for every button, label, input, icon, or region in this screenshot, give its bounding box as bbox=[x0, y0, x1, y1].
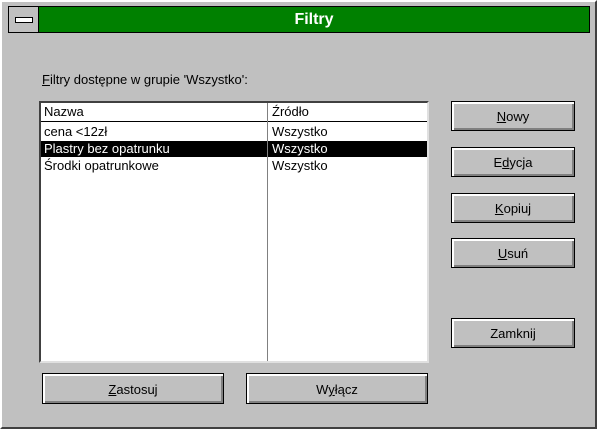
disable-label-pre: W bbox=[316, 382, 329, 397]
label-text: iltry dostępne w grupie 'Wszystko': bbox=[49, 72, 248, 87]
disable-label: łącz bbox=[334, 382, 358, 397]
edit-button[interactable]: Edycja bbox=[451, 147, 575, 177]
title-bar[interactable]: Filtry bbox=[8, 6, 590, 33]
system-menu-icon bbox=[15, 17, 33, 23]
window-title: Filtry bbox=[294, 11, 334, 28]
list-item[interactable]: cena <12zł Wszystko bbox=[41, 124, 427, 140]
filter-source: Wszystko bbox=[272, 158, 328, 173]
new-label: owy bbox=[506, 109, 530, 124]
column-divider bbox=[267, 103, 268, 361]
system-menu-button[interactable] bbox=[9, 7, 39, 32]
delete-label: suń bbox=[507, 246, 529, 261]
disable-button[interactable]: Wyłącz bbox=[246, 373, 428, 404]
edit-label: ycja bbox=[509, 155, 533, 170]
close-button[interactable]: Zamknij bbox=[451, 318, 575, 348]
copy-mnemonic: K bbox=[494, 201, 504, 216]
new-button[interactable]: Nowy bbox=[451, 101, 575, 131]
close-label: Zamknij bbox=[490, 326, 536, 341]
filter-name: Plastry bez opatrunku bbox=[44, 141, 170, 156]
apply-label: astosuj bbox=[116, 382, 158, 397]
copy-label: opiuj bbox=[503, 201, 532, 216]
column-header-name[interactable]: Nazwa bbox=[44, 103, 84, 121]
list-header: Nazwa Źródło bbox=[41, 103, 427, 122]
delete-button[interactable]: Usuń bbox=[451, 238, 575, 268]
filters-listbox[interactable]: Nazwa Źródło cena <12zł Wszystko Plastry… bbox=[39, 101, 429, 363]
list-item[interactable]: Środki opatrunkowe Wszystko bbox=[41, 158, 427, 174]
available-filters-label: Filtry dostępne w grupie 'Wszystko': bbox=[42, 72, 248, 87]
new-mnemonic: N bbox=[496, 109, 507, 124]
delete-mnemonic: U bbox=[497, 246, 508, 261]
copy-button[interactable]: Kopiuj bbox=[451, 193, 575, 223]
filter-name: cena <12zł bbox=[44, 124, 108, 139]
apply-button[interactable]: Zastosuj bbox=[42, 373, 224, 404]
column-header-source[interactable]: Źródło bbox=[272, 103, 309, 121]
filter-source: Wszystko bbox=[272, 124, 328, 139]
edit-label-pre: E bbox=[493, 155, 503, 170]
filter-name: Środki opatrunkowe bbox=[44, 158, 159, 173]
label-mnemonic: F bbox=[42, 72, 50, 87]
filters-dialog: Filtry Filtry dostępne w grupie 'Wszystk… bbox=[0, 0, 597, 429]
list-item-selected[interactable]: Plastry bez opatrunku Wszystko bbox=[41, 141, 427, 157]
filter-source: Wszystko bbox=[272, 141, 328, 156]
